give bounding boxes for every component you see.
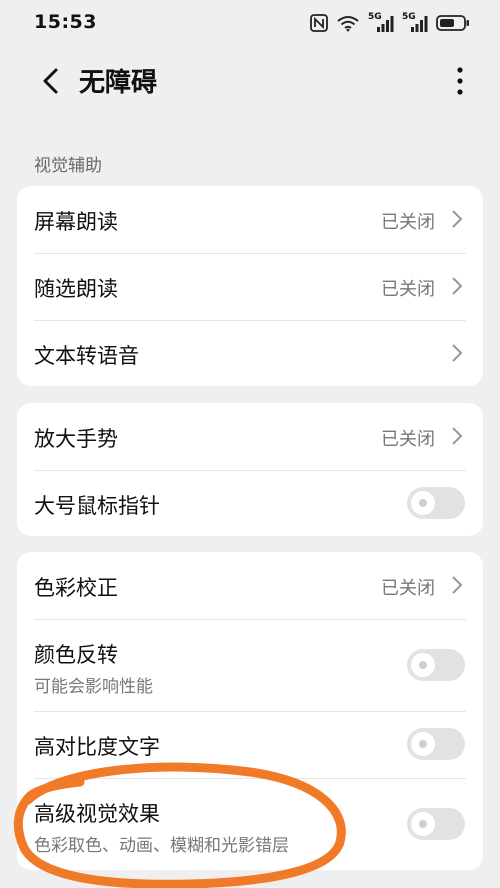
setting-status: 已关闭 xyxy=(381,212,435,233)
high-contrast-toggle[interactable] xyxy=(407,728,465,760)
status-icons: 5G 5G xyxy=(310,12,470,34)
large-pointer-toggle[interactable] xyxy=(407,487,465,519)
setting-status: 已关闭 xyxy=(381,429,435,450)
status-bar: 15:53 5G 5G xyxy=(0,0,500,46)
setting-row-text-to-speech[interactable]: 文本转语音 xyxy=(17,320,483,386)
setting-row-large-pointer: 大号鼠标指针 xyxy=(17,470,483,536)
signal-5g-icon: 5G xyxy=(402,12,428,33)
settings-card-3: 色彩校正 已关闭 颜色反转 可能会影响性能 高对比度文字 高级视觉效果 色彩取色… xyxy=(17,552,483,870)
chevron-right-icon xyxy=(451,276,463,296)
setting-label: 放大手势 xyxy=(34,427,118,451)
setting-row-screen-reader[interactable]: 屏幕朗读 已关闭 xyxy=(17,186,483,253)
chevron-right-icon xyxy=(451,426,463,446)
chevron-right-icon xyxy=(451,209,463,229)
status-time: 15:53 xyxy=(34,11,97,33)
battery-icon xyxy=(436,14,470,32)
setting-row-color-correction[interactable]: 色彩校正 已关闭 xyxy=(17,552,483,619)
more-options-icon[interactable] xyxy=(450,64,470,98)
advanced-visual-effects-toggle[interactable] xyxy=(407,808,465,840)
setting-row-select-to-speak[interactable]: 随选朗读 已关闭 xyxy=(17,253,483,320)
setting-description: 色彩取色、动画、模糊和光影错层 xyxy=(34,836,289,856)
setting-label: 高对比度文字 xyxy=(34,735,160,759)
setting-label: 高级视觉效果 xyxy=(34,802,160,826)
settings-card-2: 放大手势 已关闭 大号鼠标指针 xyxy=(17,403,483,536)
setting-description: 可能会影响性能 xyxy=(34,677,153,697)
page-title: 无障碍 xyxy=(79,68,158,98)
nfc-icon xyxy=(310,14,328,32)
setting-label: 随选朗读 xyxy=(34,277,118,301)
setting-label: 文本转语音 xyxy=(34,344,139,368)
setting-row-magnification[interactable]: 放大手势 已关闭 xyxy=(17,403,483,470)
setting-label: 大号鼠标指针 xyxy=(34,494,160,518)
setting-status: 已关闭 xyxy=(381,279,435,300)
signal-5g-icon: 5G xyxy=(368,12,394,33)
chevron-right-icon xyxy=(451,575,463,595)
setting-row-color-inversion: 颜色反转 可能会影响性能 xyxy=(17,619,483,711)
setting-label: 色彩校正 xyxy=(34,576,118,600)
setting-label: 屏幕朗读 xyxy=(34,210,118,234)
toggle-knob xyxy=(411,491,435,515)
setting-row-advanced-visual-effects: 高级视觉效果 色彩取色、动画、模糊和光影错层 xyxy=(17,778,483,870)
toggle-knob xyxy=(411,653,435,677)
section-label-visual: 视觉辅助 xyxy=(34,156,102,176)
toggle-knob xyxy=(411,812,435,836)
toggle-knob xyxy=(411,732,435,756)
chevron-right-icon xyxy=(451,343,463,363)
back-arrow-icon[interactable] xyxy=(38,66,66,96)
color-inversion-toggle[interactable] xyxy=(407,649,465,681)
app-header: 无障碍 xyxy=(0,56,500,106)
setting-row-high-contrast-text: 高对比度文字 xyxy=(17,711,483,778)
settings-card-1: 屏幕朗读 已关闭 随选朗读 已关闭 文本转语音 xyxy=(17,186,483,386)
setting-status: 已关闭 xyxy=(381,578,435,599)
wifi-icon xyxy=(336,14,360,32)
setting-label: 颜色反转 xyxy=(34,643,118,667)
